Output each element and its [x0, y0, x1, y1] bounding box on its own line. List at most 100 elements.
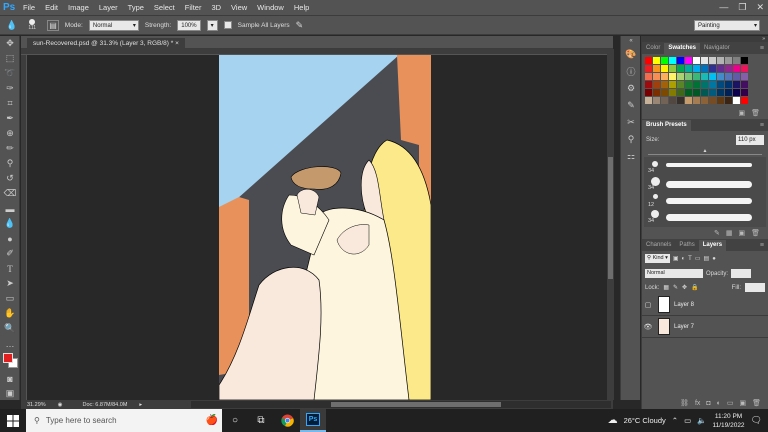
swatch[interactable]	[733, 65, 740, 72]
opacity-input[interactable]	[731, 269, 752, 278]
tab-color[interactable]: Color	[642, 43, 664, 54]
group-icon[interactable]: ▭	[727, 399, 734, 407]
swatch[interactable]	[661, 73, 668, 80]
blend-mode-select[interactable]: Normal	[645, 269, 703, 278]
delete-brush-icon[interactable]: 🗑	[751, 229, 760, 237]
palette-icon[interactable]: 🎨	[621, 46, 641, 63]
tab-layers[interactable]: Layers	[698, 240, 727, 251]
swatch[interactable]	[733, 73, 740, 80]
brush-grid-icon[interactable]: ▦	[726, 229, 733, 237]
brush-preset-item[interactable]: 34	[646, 176, 758, 192]
swatch[interactable]	[701, 81, 708, 88]
tab-paths[interactable]: Paths	[675, 240, 698, 251]
zoom-level[interactable]: 31.29%	[21, 402, 52, 408]
dodge-tool-icon[interactable]: ●	[0, 231, 20, 246]
swatch[interactable]	[677, 73, 684, 80]
taskbar-search[interactable]: ⚲ Type here to search 🍎	[26, 409, 222, 432]
gradient-tool-icon[interactable]: ▬	[0, 201, 20, 216]
lock-all-icon[interactable]: 🔒	[691, 284, 698, 291]
swatch[interactable]	[669, 81, 676, 88]
swatch[interactable]	[661, 65, 668, 72]
swatch[interactable]	[725, 73, 732, 80]
swatch[interactable]	[709, 73, 716, 80]
swatch[interactable]	[725, 89, 732, 96]
swatch[interactable]	[669, 97, 676, 104]
swatch[interactable]	[733, 81, 740, 88]
workspace-select[interactable]: Painting	[694, 20, 760, 32]
collapse-panels-icon[interactable]: «	[621, 36, 641, 46]
swatch[interactable]	[717, 81, 724, 88]
smudge-tool-icon[interactable]: 💧	[6, 20, 17, 31]
vertical-scroll-thumb[interactable]	[608, 157, 613, 279]
layer-row[interactable]: ▢ Layer 8	[642, 294, 768, 316]
swatch[interactable]	[645, 97, 652, 104]
swatch[interactable]	[661, 81, 668, 88]
start-button[interactable]	[0, 409, 26, 432]
toggle-brush-panel-icon[interactable]: ✎	[714, 229, 720, 237]
close-button[interactable]: ✕	[756, 0, 764, 15]
filter-toggle-icon[interactable]: ●	[712, 256, 716, 262]
foreground-color[interactable]	[3, 353, 13, 363]
task-view-icon[interactable]: ⧉	[248, 409, 274, 432]
shape-tool-icon[interactable]: ▭	[0, 291, 20, 306]
healing-brush-icon[interactable]: ⊕	[0, 126, 20, 141]
swatch[interactable]	[741, 73, 748, 80]
weather-text[interactable]: 26°C Cloudy	[624, 416, 666, 425]
tab-swatches[interactable]: Swatches	[664, 43, 701, 54]
sample-all-checkbox[interactable]	[223, 21, 232, 29]
minimize-button[interactable]: —	[719, 0, 728, 15]
tab-brush-presets[interactable]: Brush Presets	[642, 120, 691, 131]
screen-mode-icon[interactable]: ▣	[0, 386, 20, 401]
swatch[interactable]	[741, 81, 748, 88]
lock-paint-icon[interactable]: ✎	[673, 284, 678, 291]
notifications-icon[interactable]: 🗨	[751, 415, 762, 426]
swatch[interactable]	[709, 65, 716, 72]
pen-tool-icon[interactable]: ✐	[0, 246, 20, 261]
swatch[interactable]	[693, 73, 700, 80]
brush-panel-icon-side[interactable]: ✎	[621, 97, 641, 114]
swatch[interactable]	[645, 89, 652, 96]
swatch[interactable]	[709, 97, 716, 104]
filter-smart-icon[interactable]: ▤	[704, 255, 710, 262]
clock[interactable]: 11:20 PM 11/19/2022	[713, 412, 745, 430]
crop-tool-icon[interactable]: ⌗	[0, 96, 20, 111]
adjustment-layer-icon[interactable]: ◐	[717, 400, 721, 407]
swatch[interactable]	[685, 57, 692, 64]
swatch[interactable]	[685, 65, 692, 72]
tool-presets-icon[interactable]: ✂	[621, 114, 641, 131]
layers-panel-menu-icon[interactable]: ≡	[760, 240, 768, 251]
menu-image[interactable]: Image	[63, 0, 94, 15]
brush-tool-icon[interactable]: ✏	[0, 141, 20, 156]
filter-adjust-icon[interactable]: ◐	[682, 256, 686, 262]
new-brush-icon[interactable]: ▣	[738, 229, 745, 237]
swatch[interactable]	[693, 97, 700, 104]
swatch[interactable]	[669, 73, 676, 80]
filter-pixel-icon[interactable]: ▣	[673, 255, 679, 262]
properties-icon[interactable]: ⚏	[621, 148, 641, 165]
menu-view[interactable]: View	[226, 0, 252, 15]
swatch[interactable]	[701, 89, 708, 96]
volume-icon[interactable]: 🔈	[697, 416, 706, 425]
layer-name[interactable]: Layer 8	[674, 302, 694, 308]
history-brush-icon[interactable]: ↺	[0, 171, 20, 186]
brush-preset-item[interactable]: 34	[646, 209, 758, 225]
vertical-scrollbar[interactable]	[607, 49, 614, 400]
swatch[interactable]	[685, 89, 692, 96]
swatch[interactable]	[725, 97, 732, 104]
swatch[interactable]	[661, 97, 668, 104]
lasso-tool-icon[interactable]: ➰	[0, 66, 20, 81]
brush-panel-icon[interactable]: ▤	[47, 19, 59, 31]
mode-select[interactable]: Normal	[88, 19, 139, 32]
brush-panel-menu-icon[interactable]: ≡	[760, 120, 768, 131]
strength-dropdown[interactable]: ▾	[206, 19, 218, 31]
eraser-tool-icon[interactable]: ⌫	[0, 186, 20, 201]
swatch[interactable]	[677, 89, 684, 96]
swatch[interactable]	[717, 97, 724, 104]
new-layer-icon[interactable]: ▣	[739, 399, 746, 407]
blur-tool-icon[interactable]: 💧	[0, 216, 20, 231]
swatch[interactable]	[677, 97, 684, 104]
new-swatch-icon[interactable]: ▣	[738, 109, 745, 117]
swatch[interactable]	[685, 81, 692, 88]
menu-layer[interactable]: Layer	[94, 0, 123, 15]
delete-swatch-icon[interactable]: 🗑	[751, 109, 760, 117]
